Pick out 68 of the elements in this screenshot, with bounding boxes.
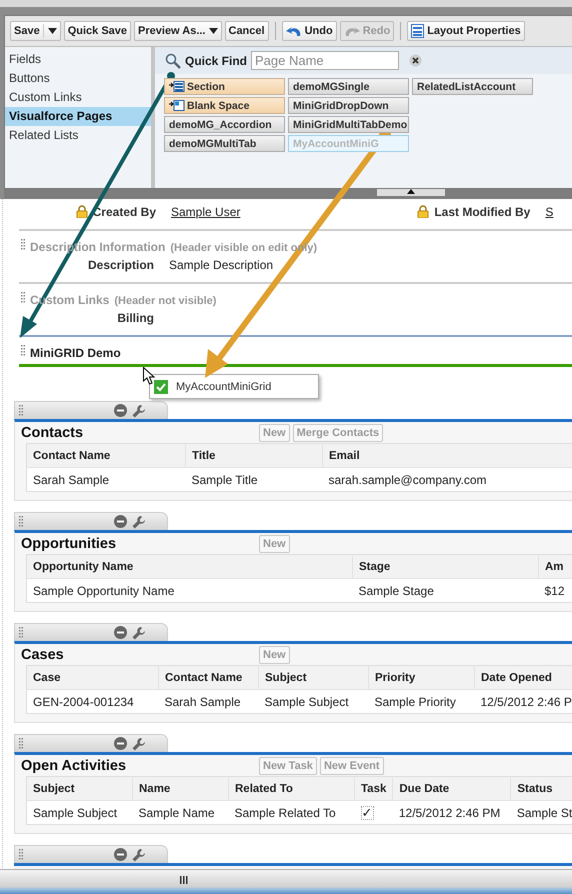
field-value: Sample Description	[169, 258, 274, 272]
table-cell: Sample Name	[132, 800, 228, 824]
table-cell: $12	[538, 578, 572, 602]
table-cell: Sample Priority	[368, 690, 474, 714]
category-item[interactable]: Visualforce Pages	[5, 107, 151, 126]
drag-item-label: MyAccountMiniGrid	[176, 380, 272, 392]
column-header[interactable]: Contact Name	[26, 444, 186, 468]
column-header[interactable]: Name	[132, 776, 228, 800]
column-header[interactable]: Email	[322, 444, 572, 468]
toolbar-button[interactable]: Quick Save	[64, 21, 132, 41]
related-list-title: Open Activities	[21, 758, 128, 774]
column-header[interactable]: Status	[510, 776, 572, 800]
palette-item[interactable]: demoMGSingle	[288, 78, 409, 95]
palette-item[interactable]: demoMGMultiTab	[164, 135, 285, 152]
column-header[interactable]: Stage	[352, 554, 538, 578]
category-item[interactable]: Custom Links	[5, 88, 151, 107]
field-label: Billing	[117, 310, 154, 324]
table-cell: Sample Opportunity Name	[26, 578, 352, 602]
palette-item[interactable]: MiniGridMultiTabDemo	[288, 116, 409, 133]
toolbar-button[interactable]: Preview As...	[134, 21, 222, 41]
split-button[interactable]: Save	[10, 21, 61, 41]
user-link[interactable]: S	[545, 204, 554, 218]
table-cell: Sample Subject	[26, 800, 132, 824]
column-header[interactable]: Date Opened	[474, 666, 572, 690]
category-item[interactable]: Related Lists	[5, 126, 151, 145]
column-header[interactable]: Am	[538, 554, 572, 578]
section-title: MiniGRID Demo	[30, 346, 121, 360]
table-cell: sarah.sample@company.com	[322, 468, 572, 492]
task-check: ✓	[360, 806, 374, 820]
table-cell: Sample St	[510, 800, 572, 824]
table-cell: GEN-2004-001234	[26, 690, 158, 714]
column-header[interactable]: Task	[354, 776, 393, 800]
palette-item[interactable]: demoMG_Accordion	[164, 116, 285, 133]
palette-item[interactable]: RelatedListAccount	[412, 78, 533, 95]
quick-find-label: Quick Find	[185, 54, 248, 68]
related-list-title: Cases	[21, 647, 65, 663]
toolbar-button[interactable]: Cancel	[224, 21, 269, 41]
field-label: Last Modified By	[434, 204, 530, 218]
related-list-title: Contacts	[21, 425, 84, 441]
table-cell: 12/5/2012 2:46 P	[474, 690, 572, 714]
related-list-title: Opportunities	[21, 536, 118, 552]
table-cell: Sarah Sample	[26, 468, 186, 492]
column-header[interactable]: Subject	[26, 776, 132, 800]
field-label: Description	[88, 258, 154, 272]
column-header[interactable]: Case	[26, 666, 158, 690]
table-cell: Sample Stage	[352, 578, 538, 602]
palette-item[interactable]: Blank Space	[164, 97, 285, 114]
column-header[interactable]: Subject	[258, 666, 368, 690]
column-header[interactable]: Title	[186, 444, 322, 468]
toolbar-button[interactable]: Undo	[282, 21, 337, 41]
toolbar-button[interactable]: Layout Properties	[407, 21, 525, 41]
column-header[interactable]: Related To	[228, 776, 354, 800]
table-cell: Sample Related To	[228, 800, 354, 824]
search-field[interactable]: Page Name	[251, 51, 400, 70]
category-item[interactable]: Fields	[5, 50, 151, 69]
table-cell: 12/5/2012 2:46 PM	[392, 800, 511, 824]
column-header[interactable]: Priority	[368, 666, 474, 690]
section-note: (Header not visible)	[114, 295, 216, 307]
table-cell: Sarah Sample	[158, 690, 258, 714]
table-cell: Sample Subject	[258, 690, 368, 714]
column-header[interactable]: Opportunity Name	[26, 554, 352, 578]
palette-item[interactable]: MiniGridDropDown	[288, 97, 409, 114]
column-header[interactable]: Due Date	[392, 776, 511, 800]
user-link[interactable]: Sample User	[171, 204, 240, 218]
palette-item[interactable]: Section	[164, 78, 285, 95]
category-item[interactable]: Buttons	[5, 69, 151, 88]
table-cell: Sample Title	[186, 468, 322, 492]
column-header[interactable]: Contact Name	[158, 666, 258, 690]
